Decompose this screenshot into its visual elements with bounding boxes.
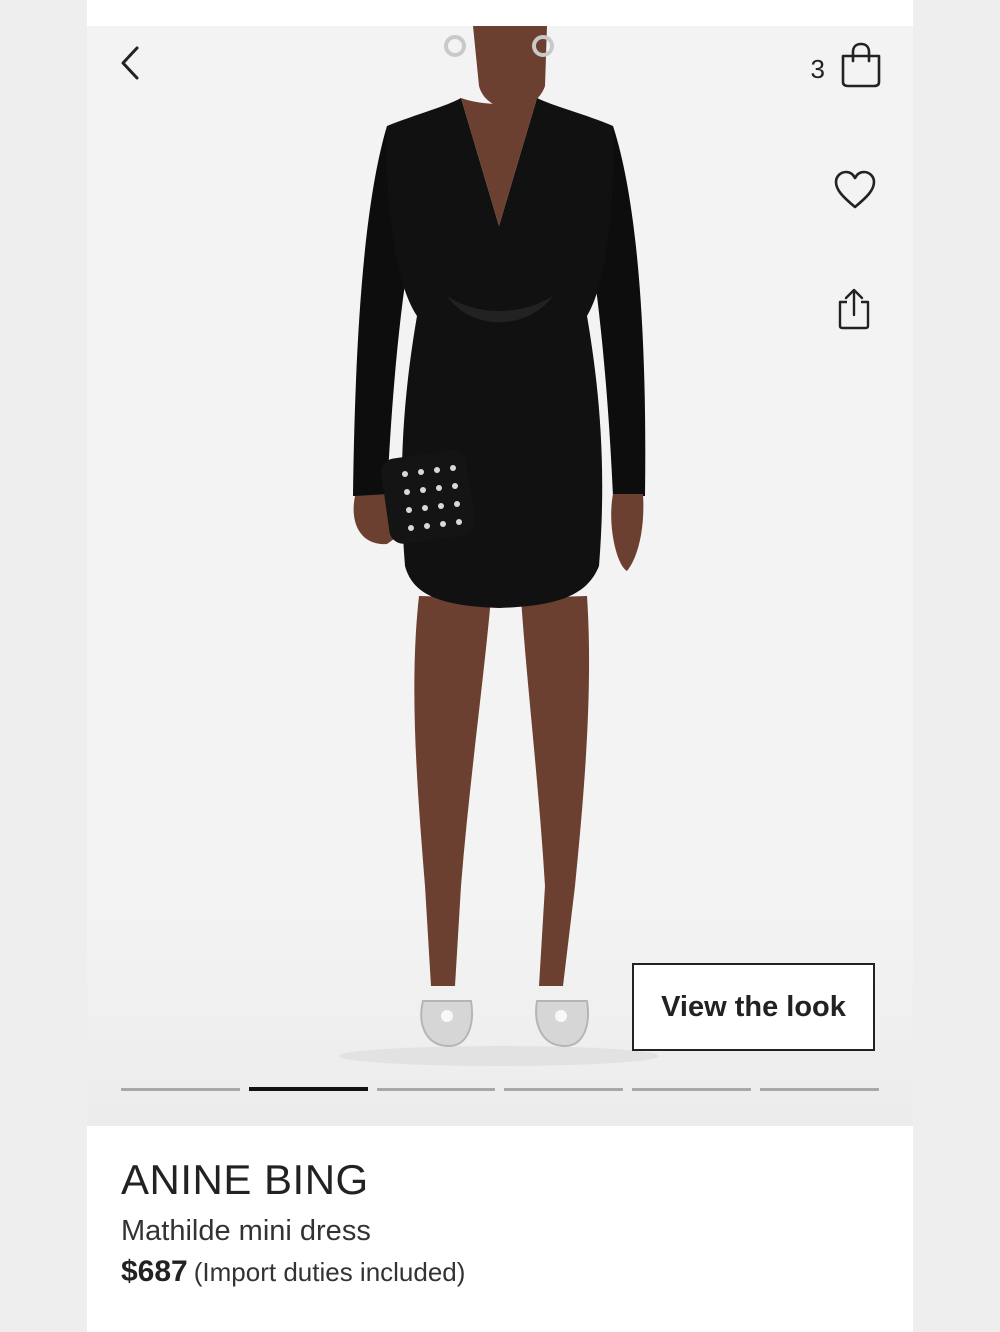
gallery-pager-segment[interactable] [504,1088,624,1091]
product-price: $687 [121,1255,188,1288]
view-the-look-button[interactable]: View the look [632,963,875,1051]
gallery-pager-segment[interactable] [760,1088,879,1091]
gallery-pager-segment[interactable] [121,1088,240,1091]
price-row: $687 (Import duties included) [121,1255,465,1289]
right-margin [913,0,1000,1332]
gallery-pager-segment[interactable] [248,1087,368,1091]
left-margin [0,0,87,1332]
product-info: ANINE BING Mathilde mini dress $687 (Impo… [87,1126,913,1332]
brand-name[interactable]: ANINE BING [121,1156,369,1204]
product-name: Mathilde mini dress [121,1215,371,1247]
heart-icon [834,170,876,209]
gallery-pager-segment[interactable] [632,1088,752,1091]
gallery-pager [121,1087,879,1093]
product-detail-screen: 3 View the look ANINE BING Mathilde mini… [87,0,913,1332]
product-photo [339,26,659,1066]
duties-note: (Import duties included) [193,1257,466,1287]
chevron-left-icon [121,46,139,80]
share-button[interactable] [835,288,873,330]
shopping-bag-icon [841,42,881,88]
wishlist-button[interactable] [833,169,877,211]
back-button[interactable] [115,44,149,82]
gallery-pager-segment[interactable] [376,1088,496,1091]
share-icon [838,288,870,330]
bag-count-badge: 3 [810,54,825,84]
shopping-bag-button[interactable]: 3 [811,42,883,88]
product-image-gallery[interactable]: 3 View the look [87,26,913,1126]
